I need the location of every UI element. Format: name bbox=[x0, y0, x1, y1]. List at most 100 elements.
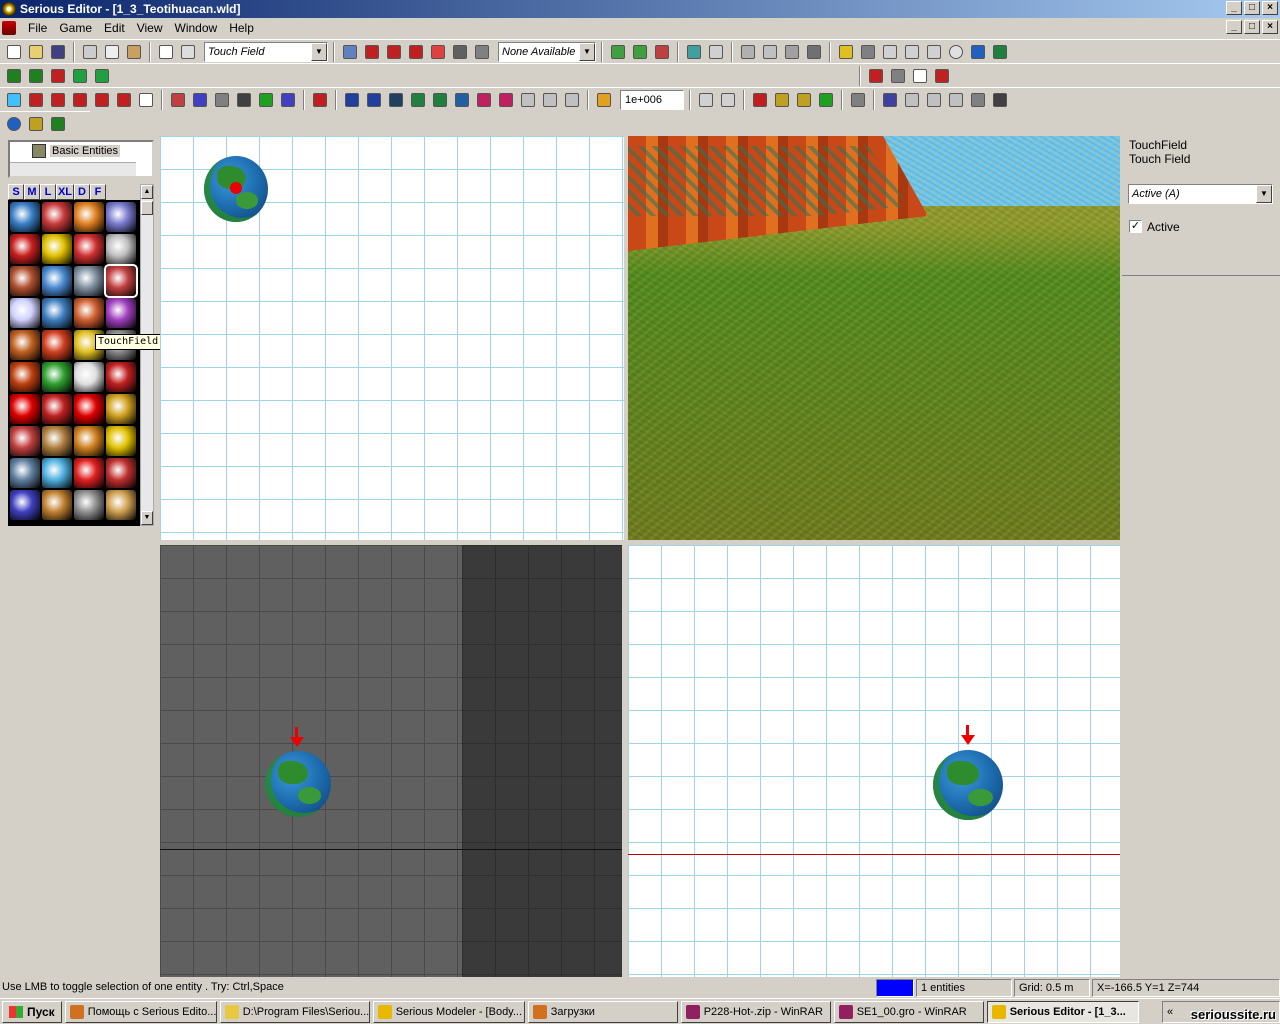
tree-node-basic-entities[interactable]: Basic Entities bbox=[32, 144, 121, 158]
layer-tool-icon[interactable] bbox=[738, 42, 758, 62]
camera-icon[interactable] bbox=[234, 90, 254, 110]
tray-expand-icon[interactable]: « bbox=[1167, 1006, 1173, 1018]
entity-tool-icon[interactable] bbox=[472, 42, 492, 62]
entity-palette-item[interactable] bbox=[106, 458, 136, 488]
menu-window[interactable]: Window bbox=[169, 21, 224, 35]
brush-tool-icon[interactable] bbox=[652, 42, 672, 62]
open-folder-icon[interactable] bbox=[26, 42, 46, 62]
entity-palette-item[interactable] bbox=[42, 234, 72, 264]
tab-d[interactable]: D bbox=[74, 184, 90, 200]
entity-palette-item[interactable] bbox=[10, 426, 40, 456]
taskbar-item[interactable]: Загрузки bbox=[527, 1000, 678, 1023]
doc-close-button[interactable]: × bbox=[1262, 20, 1278, 34]
move-icon[interactable] bbox=[4, 90, 24, 110]
layer-icon[interactable] bbox=[4, 66, 24, 86]
snap-tool-icon[interactable] bbox=[924, 42, 944, 62]
edit-tool-icon[interactable] bbox=[452, 90, 472, 110]
menu-file[interactable]: File bbox=[22, 21, 53, 35]
edit-tool-icon[interactable] bbox=[902, 90, 922, 110]
entity-palette-item[interactable] bbox=[106, 394, 136, 424]
edit-tool-icon[interactable] bbox=[26, 90, 46, 110]
chevron-down-icon[interactable]: ▼ bbox=[1256, 185, 1272, 203]
brush-tool-icon[interactable] bbox=[608, 42, 628, 62]
viewport-side[interactable] bbox=[628, 545, 1120, 977]
edit-tool-icon[interactable] bbox=[342, 90, 362, 110]
entity-palette-item[interactable] bbox=[10, 298, 40, 328]
entity-tool-icon[interactable] bbox=[384, 42, 404, 62]
render-tool-icon[interactable] bbox=[990, 42, 1010, 62]
entity-palette-item[interactable] bbox=[10, 458, 40, 488]
entity-tool-icon[interactable] bbox=[406, 42, 426, 62]
entity-palette-item[interactable] bbox=[42, 330, 72, 360]
layer-icon[interactable] bbox=[92, 66, 112, 86]
chevron-down-icon[interactable]: ▼ bbox=[311, 42, 327, 61]
edit-tool-icon[interactable] bbox=[48, 90, 68, 110]
entity-tool-icon[interactable] bbox=[428, 42, 448, 62]
menu-view[interactable]: View bbox=[131, 21, 169, 35]
entity-palette-item[interactable] bbox=[42, 202, 72, 232]
menu-edit[interactable]: Edit bbox=[98, 21, 131, 35]
doc-minimize-button[interactable]: _ bbox=[1226, 20, 1242, 34]
entity-palette-item[interactable] bbox=[10, 490, 40, 520]
entity-palette-item[interactable] bbox=[106, 202, 136, 232]
entity-palette-item[interactable] bbox=[10, 234, 40, 264]
snap-tool-icon[interactable] bbox=[858, 42, 878, 62]
state-combo[interactable]: Active (A) ▼ bbox=[1128, 184, 1273, 204]
save-icon[interactable] bbox=[48, 42, 68, 62]
target-combo[interactable]: None Available ▼ bbox=[498, 41, 596, 62]
taskbar-item[interactable]: D:\Program Files\Seriou... bbox=[219, 1000, 370, 1023]
entity-handle-dot[interactable] bbox=[230, 182, 242, 194]
entity-tool-icon[interactable] bbox=[340, 42, 360, 62]
entity-palette-item[interactable] bbox=[10, 362, 40, 392]
entity-palette-item[interactable] bbox=[42, 458, 72, 488]
render-tool-icon[interactable] bbox=[968, 42, 988, 62]
context-help-icon[interactable] bbox=[178, 42, 198, 62]
edit-tool-icon[interactable] bbox=[990, 90, 1010, 110]
new-file-icon[interactable] bbox=[4, 42, 24, 62]
view-tool-icon[interactable] bbox=[888, 66, 908, 86]
edit-tool-icon[interactable] bbox=[190, 90, 210, 110]
edit-tool-icon[interactable] bbox=[696, 90, 716, 110]
entity-palette-item[interactable] bbox=[74, 490, 104, 520]
menu-game[interactable]: Game bbox=[53, 21, 98, 35]
entity-palette-item[interactable] bbox=[106, 362, 136, 392]
entity-palette-item[interactable] bbox=[106, 426, 136, 456]
layer-icon[interactable] bbox=[70, 66, 90, 86]
edit-tool-icon[interactable] bbox=[562, 90, 582, 110]
help-icon[interactable] bbox=[156, 42, 176, 62]
entity-palette-item[interactable] bbox=[106, 298, 136, 328]
virtual-tree[interactable]: Basic Entities bbox=[8, 140, 154, 178]
tab-xl[interactable]: XL bbox=[56, 184, 74, 200]
entity-palette-item[interactable] bbox=[42, 394, 72, 424]
grid-icon[interactable] bbox=[910, 66, 930, 86]
edit-tool-icon[interactable] bbox=[496, 90, 516, 110]
entity-palette-item[interactable] bbox=[74, 362, 104, 392]
layer-icon[interactable] bbox=[26, 66, 46, 86]
precision-field[interactable]: 1e+006 bbox=[620, 89, 684, 110]
entity-tool-icon[interactable] bbox=[450, 42, 470, 62]
viewport-front[interactable] bbox=[160, 545, 622, 977]
snap-tool-icon[interactable] bbox=[880, 42, 900, 62]
entity-palette-item[interactable] bbox=[42, 266, 72, 296]
snap-tool-icon[interactable] bbox=[836, 42, 856, 62]
entity-palette-item[interactable] bbox=[10, 202, 40, 232]
edit-tool-icon[interactable] bbox=[430, 90, 450, 110]
edit-tool-icon[interactable] bbox=[924, 90, 944, 110]
mode-icon[interactable] bbox=[26, 114, 46, 134]
paste-icon[interactable] bbox=[124, 42, 144, 62]
csg-tool-icon[interactable] bbox=[684, 42, 704, 62]
touch-field-entity[interactable] bbox=[265, 751, 331, 817]
cut-icon[interactable] bbox=[80, 42, 100, 62]
edit-tool-icon[interactable] bbox=[518, 90, 538, 110]
view-tool-icon[interactable] bbox=[932, 66, 952, 86]
edit-tool-icon[interactable] bbox=[168, 90, 188, 110]
layer-tool-icon[interactable] bbox=[782, 42, 802, 62]
entity-palette-item[interactable] bbox=[10, 330, 40, 360]
tab-l[interactable]: L bbox=[40, 184, 56, 200]
csg-tool-icon[interactable] bbox=[706, 42, 726, 62]
edit-tool-icon[interactable] bbox=[474, 90, 494, 110]
viewport-perspective[interactable] bbox=[628, 136, 1120, 540]
edit-tool-icon[interactable] bbox=[816, 90, 836, 110]
world-icon[interactable] bbox=[4, 114, 24, 134]
edit-tool-icon[interactable] bbox=[880, 90, 900, 110]
